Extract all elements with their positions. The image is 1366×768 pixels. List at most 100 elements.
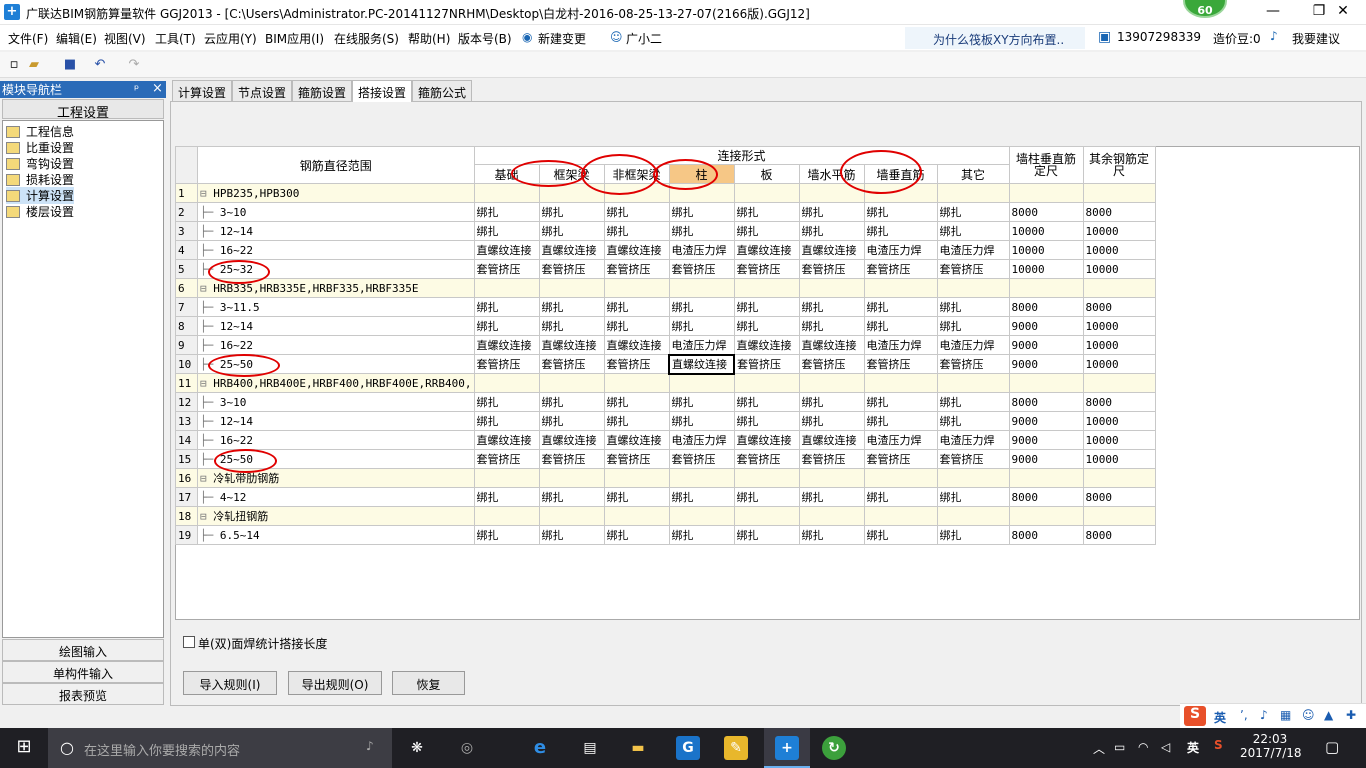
connection-cell[interactable]: 绑扎 [538,392,605,412]
connection-cell[interactable]: 电渣压力焊 [668,240,735,260]
wifi-icon[interactable]: ◠ [1138,740,1148,754]
connection-cell[interactable] [668,468,735,488]
connection-cell[interactable]: 绑扎 [733,297,800,317]
diameter-range-cell[interactable]: ├─ 16~22 [197,430,475,450]
connection-cell[interactable]: 电渣压力焊 [863,240,938,260]
connection-cell[interactable]: 绑扎 [538,202,605,222]
diameter-range-cell[interactable]: ├─ 12~14 [197,411,475,431]
connection-cell[interactable]: 绑扎 [668,202,735,222]
grade-group-label[interactable]: ⊟ 冷轧扭钢筋 [197,506,475,526]
wall-column-length-cell[interactable]: 8000 [1008,202,1084,222]
connection-cell[interactable]: 直螺纹连接 [733,335,800,355]
new-file-icon[interactable]: ▫ [6,57,22,72]
connection-cell[interactable]: 直螺纹连接 [798,430,865,450]
connection-cell[interactable]: 绑扎 [936,221,1010,241]
connection-cell[interactable]: 绑扎 [863,411,938,431]
connection-cell[interactable]: 绑扎 [603,392,670,412]
connection-cell[interactable] [668,278,735,298]
connection-cell[interactable]: 绑扎 [936,487,1010,507]
connection-cell[interactable]: 绑扎 [538,487,605,507]
connection-cell[interactable]: 直螺纹连接 [798,240,865,260]
connection-cell[interactable] [473,506,540,526]
tab-lap-settings[interactable]: 搭接设置 [352,80,413,102]
other-length-cell[interactable]: 10000 [1082,316,1156,336]
other-length-cell[interactable] [1082,278,1156,298]
glodon-g-icon[interactable]: G [676,736,700,760]
other-length-cell[interactable] [1082,183,1156,203]
menu-tools[interactable]: 工具(T) [155,30,196,47]
connection-cell[interactable]: 绑扎 [473,221,540,241]
nav-item-project-info[interactable]: 工程信息 [6,123,74,140]
wall-column-length-cell[interactable] [1008,468,1084,488]
connection-cell[interactable]: 绑扎 [603,525,670,545]
connection-cell[interactable] [936,468,1010,488]
connection-cell[interactable]: 电渣压力焊 [668,335,735,355]
nav-draw-input[interactable]: 绘图输入 [2,639,164,661]
connection-cell[interactable] [733,468,800,488]
user-phone[interactable]: 13907298339 [1117,30,1201,44]
diameter-range-cell[interactable]: ├─ 12~14 [197,316,475,336]
connection-cell[interactable]: 直螺纹连接 [603,430,670,450]
connection-cell[interactable]: 直螺纹连接 [603,335,670,355]
collapse-icon[interactable]: ⊟ [200,377,213,390]
green-app-icon[interactable]: ↻ [822,736,846,760]
wall-column-length-cell[interactable] [1008,506,1084,526]
connection-cell[interactable] [863,468,938,488]
connection-cell[interactable] [538,506,605,526]
connection-cell[interactable]: 绑扎 [668,316,735,336]
connection-cell[interactable]: 直螺纹连接 [473,430,540,450]
weld-lap-checkbox[interactable] [183,636,195,648]
connection-cell[interactable]: 绑扎 [798,221,865,241]
wall-column-length-cell[interactable]: 10000 [1008,221,1084,241]
connection-cell[interactable] [798,468,865,488]
connection-cell[interactable]: 套管挤压 [538,259,605,279]
app-swirl-icon[interactable]: ◎ [455,736,479,760]
connection-cell[interactable]: 直螺纹连接 [668,353,736,375]
connection-cell[interactable]: 套管挤压 [538,354,605,374]
connection-cell[interactable]: 绑扎 [733,221,800,241]
connection-cell[interactable] [473,278,540,298]
diameter-range-cell[interactable]: ├─ 25~50 [197,449,475,469]
collapse-icon[interactable]: ⊟ [200,472,213,485]
other-length-cell[interactable]: 8000 [1082,392,1156,412]
save-icon[interactable]: ■ [62,57,78,72]
nav-item-hook[interactable]: 弯钩设置 [6,155,74,172]
connection-cell[interactable]: 绑扎 [668,487,735,507]
tray-sogou-icon[interactable]: S [1214,738,1223,752]
connection-cell[interactable] [668,373,735,393]
ime-face-icon[interactable]: ☺ [1302,708,1315,722]
connection-cell[interactable]: 绑扎 [668,392,735,412]
other-length-cell[interactable]: 8000 [1082,202,1156,222]
connection-cell[interactable]: 套管挤压 [936,449,1010,469]
menu-bim[interactable]: BIM应用(I) [265,30,324,47]
connection-cell[interactable]: 电渣压力焊 [936,430,1010,450]
connection-cell[interactable]: 绑扎 [936,525,1010,545]
connection-cell[interactable] [863,183,938,203]
wall-column-length-cell[interactable]: 10000 [1008,259,1084,279]
notification-icon[interactable]: ▢ [1325,738,1339,756]
diameter-range-cell[interactable]: ├─ 16~22 [197,335,475,355]
menu-file[interactable]: 文件(F) [8,30,48,47]
connection-cell[interactable]: 套管挤压 [538,449,605,469]
diameter-range-cell[interactable]: ├─ 4~12 [197,487,475,507]
connection-cell[interactable] [798,506,865,526]
connection-cell[interactable]: 绑扎 [798,297,865,317]
connection-cell[interactable]: 套管挤压 [798,449,865,469]
connection-cell[interactable]: 绑扎 [863,487,938,507]
wall-column-length-cell[interactable]: 8000 [1008,392,1084,412]
connection-cell[interactable]: 套管挤压 [603,354,670,374]
diameter-range-cell[interactable]: ├─ 3~11.5 [197,297,475,317]
connection-cell[interactable] [733,373,800,393]
connection-cell[interactable] [798,183,865,203]
connection-cell[interactable] [668,183,735,203]
connection-cell[interactable]: 套管挤压 [668,449,735,469]
connection-cell[interactable]: 套管挤压 [733,449,800,469]
connection-cell[interactable]: 绑扎 [538,297,605,317]
connection-cell[interactable] [936,278,1010,298]
menu-edit[interactable]: 编辑(E) [56,30,97,47]
connection-cell[interactable]: 绑扎 [538,221,605,241]
sogou-icon[interactable]: S [1184,706,1206,726]
connection-cell[interactable]: 套管挤压 [798,259,865,279]
connection-cell[interactable]: 绑扎 [863,392,938,412]
connection-cell[interactable]: 绑扎 [538,525,605,545]
